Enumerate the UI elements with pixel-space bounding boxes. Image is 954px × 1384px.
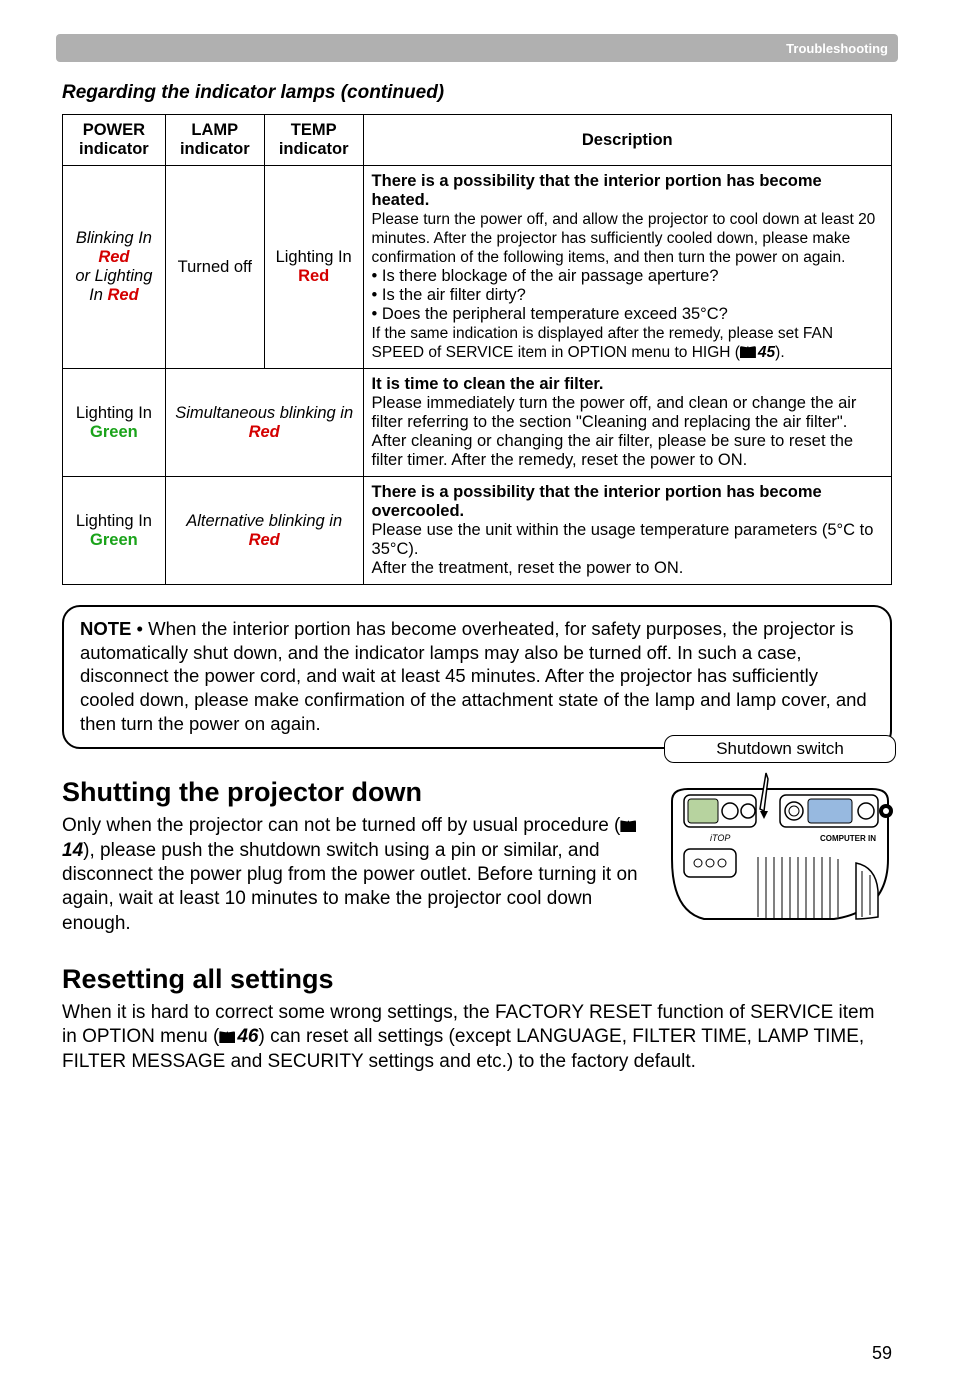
txt: Lighting In [276, 248, 352, 266]
txt: ). [775, 344, 784, 361]
th-temp: TEMP indicator [264, 115, 363, 166]
shutting-para: Only when the projector can not be turne… [62, 814, 652, 936]
desc-text: Please use the unit within the usage tem… [372, 521, 874, 558]
desc-bold: It is time to clean the air filter. [372, 375, 604, 393]
txt: ), please push the shutdown switch using… [62, 840, 638, 934]
red-text: Red [249, 531, 280, 549]
header-bar: Troubleshooting [56, 34, 898, 62]
table-row: Lighting In Green Alternative blinking i… [63, 477, 892, 585]
bullet: • Is there blockage of the air passage a… [372, 267, 719, 285]
red-text: Red [98, 248, 129, 266]
indicator-table: POWER indicator LAMP indicator TEMP indi… [62, 114, 892, 585]
cell-merged: Simultaneous blinking in Red [165, 369, 363, 477]
page-number: 59 [872, 1343, 892, 1364]
reset-heading: Resetting all settings [62, 964, 892, 995]
ref: 45 [758, 344, 775, 361]
bullet: • Does the peripheral temperature exceed… [372, 305, 728, 323]
ref: 46 [237, 1026, 258, 1047]
device-caption: Shutdown switch [664, 735, 896, 763]
txt: Lighting In [76, 512, 152, 530]
bullet: • Is the air filter dirty? [372, 286, 526, 304]
desc-bold: There is a possibility that the interior… [372, 172, 822, 209]
desc-text: After the treatment, reset the power to … [372, 559, 684, 577]
cell-power: Blinking In Red or Lighting In Red [63, 166, 166, 369]
cell-lamp: Turned off [165, 166, 264, 369]
table-row: Lighting In Green Simultaneous blinking … [63, 369, 892, 477]
note-label: NOTE [80, 618, 131, 639]
note-box: NOTE • When the interior portion has bec… [62, 605, 892, 749]
book-icon [219, 1026, 237, 1047]
green-text: Green [90, 531, 138, 549]
desc-bold: There is a possibility that the interior… [372, 483, 822, 520]
page-content: Regarding the indicator lamps (continued… [0, 62, 954, 1074]
desc-text: Please immediately turn the power off, a… [372, 394, 857, 469]
th-desc: Description [363, 115, 891, 166]
device-figure: Shutdown switch iTOP COMPUTER IN [664, 735, 896, 921]
cell-desc: It is time to clean the air filter. Plea… [363, 369, 891, 477]
table-row: Blinking In Red or Lighting In Red Turne… [63, 166, 892, 369]
txt: Simultaneous blinking in [175, 404, 353, 422]
desc-text: Please turn the power off, and allow the… [372, 211, 876, 266]
red-text: Red [249, 423, 280, 441]
cell-merged: Alternative blinking in Red [165, 477, 363, 585]
note-text: • When the interior portion has become o… [80, 618, 867, 734]
desc-text: If the same indication is displayed afte… [372, 325, 834, 361]
continued-heading: Regarding the indicator lamps (continued… [62, 82, 892, 104]
cell-power: Lighting In Green [63, 369, 166, 477]
ref: 14 [62, 840, 83, 861]
header-tag: Troubleshooting [786, 34, 888, 62]
book-icon [740, 344, 758, 361]
txt: Lighting In [76, 404, 152, 422]
green-text: Green [90, 423, 138, 441]
cell-temp: Lighting In Red [264, 166, 363, 369]
th-power: POWER indicator [63, 115, 166, 166]
th-lamp: LAMP indicator [165, 115, 264, 166]
book-icon [620, 815, 638, 836]
txt: Alternative blinking in [186, 512, 342, 530]
cell-power: Lighting In Green [63, 477, 166, 585]
txt: Blinking In [76, 229, 152, 247]
txt: Only when the projector can not be turne… [62, 815, 620, 836]
cell-desc: There is a possibility that the interior… [363, 166, 891, 369]
cell-desc: There is a possibility that the interior… [363, 477, 891, 585]
reset-para: When it is hard to correct some wrong se… [62, 1001, 892, 1074]
svg-text:iTOP: iTOP [710, 833, 730, 843]
red-text: Red [107, 286, 138, 304]
projector-illustration: iTOP COMPUTER IN [664, 771, 896, 921]
red-text: Red [298, 267, 329, 285]
svg-text:COMPUTER IN: COMPUTER IN [820, 834, 876, 843]
